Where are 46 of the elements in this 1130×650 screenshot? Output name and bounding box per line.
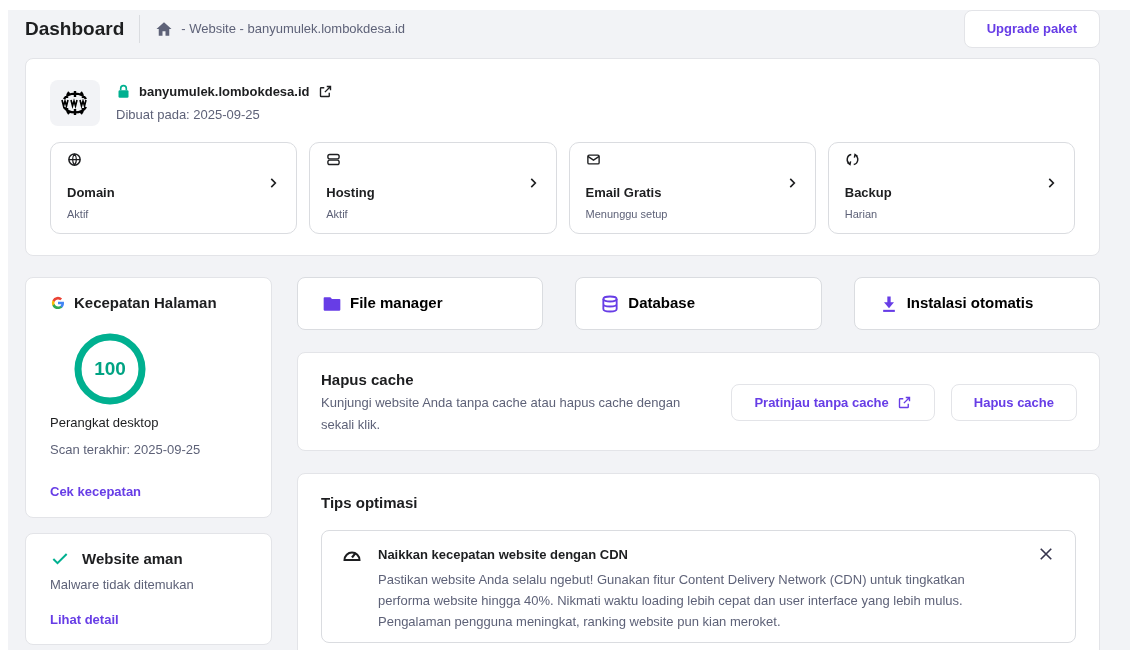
service-status: Harian <box>844 207 879 222</box>
page-title: Dashboard <box>25 16 125 41</box>
globe-icon <box>67 151 82 167</box>
service-status: Aktif <box>67 207 90 222</box>
service-title: Backup <box>844 183 893 202</box>
google-g-icon <box>50 295 66 312</box>
device-label: Perangkat desktop <box>50 413 160 432</box>
card-title: Tips optimasi <box>321 492 419 513</box>
service-status: Aktif <box>326 207 349 222</box>
close-icon[interactable] <box>1037 545 1055 563</box>
speed-link[interactable]: Cek kecepatan <box>50 481 142 501</box>
service-tile[interactable]: Backup Harian <box>827 142 1075 234</box>
home-icon[interactable] <box>155 20 174 38</box>
shortcut-button[interactable]: Instalasi otomatis <box>853 277 1100 330</box>
external-link-icon <box>896 394 912 410</box>
card-description: Kunjungi website Anda tanpa cache atau hapus cache dengan sekali klik. <box>321 393 681 434</box>
service-status: Menunggu setup <box>585 207 669 222</box>
card-title: Hapus cache <box>321 370 415 390</box>
detail-link[interactable]: Lihat detail <box>50 610 119 630</box>
www-globe-icon <box>50 80 100 126</box>
service-tile[interactable]: Email Gratis Menunggu setup <box>568 142 816 234</box>
created-date: Dibuat pada: 2025-09-25 <box>116 106 261 124</box>
tip-text: Pastikan website Anda selalu ngebut! Gunakan fitur Content Delivery Network (CDN) untuk tingkatkan performa website hingga 40%. Nikmati waktu loading lebih cepat dan user interface yang lebih mulus. Pengalaman pengguna meningkat, ranking website pun kian meroket. <box>378 570 966 631</box>
breadcrumb: - Website - banyumulek.lombokdesa.id <box>181 20 405 39</box>
preview-button[interactable]: Pratinjau tanpa cache <box>731 383 935 421</box>
mail-icon <box>585 151 601 167</box>
external-link-icon[interactable] <box>317 83 333 99</box>
security-status: Malware tidak ditemukan <box>50 575 195 594</box>
service-title: Hosting <box>326 183 376 202</box>
service-title: Email Gratis <box>585 183 663 202</box>
clear-cache-button[interactable]: Hapus cache <box>950 383 1077 421</box>
shortcut-button[interactable]: File manager <box>297 277 544 330</box>
tip-title: Naikkan kecepatan website dengan CDN <box>378 546 629 564</box>
service-title: Domain <box>67 183 116 202</box>
card-title: Website aman <box>82 549 183 569</box>
card-title: Kecepatan Halaman <box>74 293 217 313</box>
score-value: 100 <box>94 356 126 381</box>
site-domain: banyumulek.lombokdesa.id <box>139 82 310 101</box>
sync-icon <box>844 151 860 167</box>
scan-date: Scan terakhir: 2025-09-25 <box>50 441 202 459</box>
service-tile[interactable]: Domain Aktif <box>50 142 298 234</box>
server-icon <box>326 151 342 167</box>
upgrade-button[interactable]: Upgrade paket <box>963 10 1100 48</box>
shortcut-button[interactable]: Database <box>575 277 822 330</box>
service-tile[interactable]: Hosting Aktif <box>309 142 557 234</box>
database-icon <box>600 293 621 314</box>
